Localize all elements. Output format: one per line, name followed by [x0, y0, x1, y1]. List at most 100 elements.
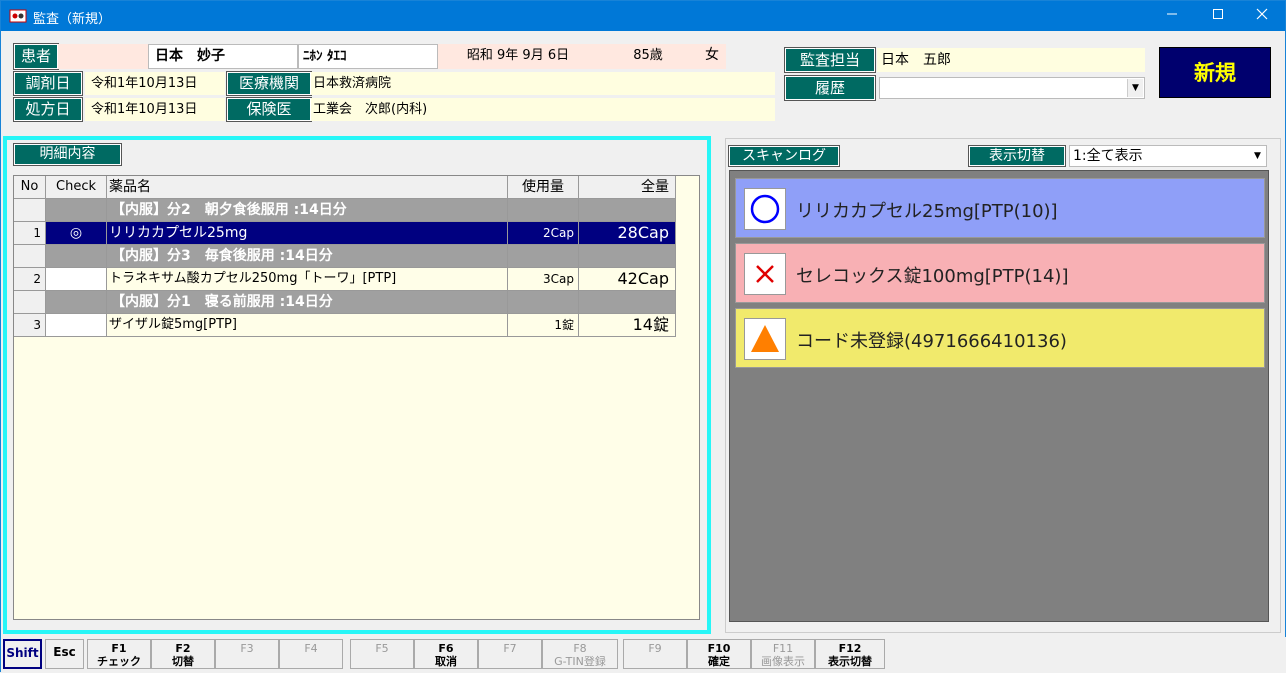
- f10-confirm-button[interactable]: F10 確定: [687, 639, 751, 669]
- fkey-caption: G-TIN登録: [554, 655, 606, 668]
- check-cell[interactable]: ◎: [46, 222, 107, 245]
- fkey-label: F8: [573, 642, 587, 655]
- scanlog-label: スキャンログ: [728, 145, 840, 167]
- close-icon: [1256, 8, 1268, 20]
- total-cell: [579, 245, 676, 268]
- f4-button[interactable]: F4: [279, 639, 343, 669]
- display-filter-dropdown-button[interactable]: ▼: [1250, 147, 1265, 165]
- table-row[interactable]: 3 ザイザル錠5mg[PTP] 1錠 14錠: [14, 314, 676, 337]
- app-icon: [9, 9, 27, 23]
- fkey-label: F7: [503, 642, 517, 655]
- scanlog-item[interactable]: リリカカプセル25mg[PTP(10)]: [735, 178, 1265, 238]
- group-name: 【内服】分3 毎食後服用 :14日分: [107, 245, 508, 268]
- f3-button[interactable]: F3: [215, 639, 279, 669]
- group-row[interactable]: 【内服】分1 寝る前服用 :14日分: [14, 291, 676, 314]
- patient-name: 日本 妙子: [148, 44, 298, 69]
- fkey-label: F4: [304, 642, 318, 655]
- col-dose-header[interactable]: 使用量: [508, 176, 579, 199]
- dose-cell: [508, 199, 579, 222]
- f11-image-view-button[interactable]: F11 画像表示: [751, 639, 815, 669]
- fkey-label: F2: [175, 642, 191, 655]
- close-button[interactable]: [1239, 1, 1285, 31]
- f1-check-button[interactable]: F1 チェック: [87, 639, 151, 669]
- total-cell: 42Cap: [579, 268, 676, 291]
- doctor-name: 工業会 次郎(内科): [311, 98, 775, 121]
- title-bar[interactable]: 監査（新規）: [1, 1, 1285, 31]
- col-total-header[interactable]: 全量: [579, 176, 676, 199]
- group-name: 【内服】分1 寝る前服用 :14日分: [107, 291, 508, 314]
- minimize-button[interactable]: [1149, 1, 1195, 31]
- auditor-label: 監査担当: [784, 47, 876, 73]
- cross-icon: [756, 265, 774, 283]
- group-row[interactable]: 【内服】分3 毎食後服用 :14日分: [14, 245, 676, 268]
- total-cell: [579, 291, 676, 314]
- f12-display-toggle-button[interactable]: F12 表示切替: [815, 639, 885, 669]
- table-row-selected[interactable]: 1 ◎ リリカカプセル25mg 2Cap 28Cap: [14, 222, 676, 245]
- check-cell[interactable]: [46, 245, 107, 268]
- drug-name: トラネキサム酸カプセル250mg「トーワ」[PTP]: [107, 268, 508, 291]
- scanlog-text: セレコックス錠100mg[PTP(14)]: [796, 266, 1069, 287]
- row-number: 1: [14, 222, 46, 245]
- doctor-label: 保険医: [226, 97, 312, 122]
- shift-key-button[interactable]: Shift: [3, 639, 42, 669]
- icon-box: [744, 318, 786, 360]
- table-row[interactable]: 2 トラネキサム酸カプセル250mg「トーワ」[PTP] 3Cap 42Cap: [14, 268, 676, 291]
- col-no-header[interactable]: No: [14, 176, 46, 199]
- group-row[interactable]: 【内服】分2 朝夕食後服用 :14日分: [14, 199, 676, 222]
- history-dropdown-button[interactable]: ▼: [1127, 79, 1143, 97]
- fkey-label: F12: [838, 642, 862, 655]
- f8-gtin-register-button[interactable]: F8 G-TIN登録: [542, 639, 618, 669]
- minimize-icon: [1167, 13, 1177, 15]
- check-cell[interactable]: [46, 199, 107, 222]
- check-cell[interactable]: [46, 314, 107, 337]
- total-cell: 28Cap: [579, 222, 676, 245]
- col-name-header[interactable]: 薬品名: [107, 176, 508, 199]
- grid-header: No Check 薬品名 使用量 全量: [14, 176, 676, 199]
- patient-age: 85歳: [598, 44, 698, 69]
- dispense-date: 令和1年10月13日: [85, 72, 225, 95]
- fkey-caption: 表示切替: [828, 655, 872, 668]
- esc-key-button[interactable]: Esc: [45, 639, 84, 669]
- row-number: [14, 245, 46, 268]
- dose-cell: 3Cap: [508, 268, 579, 291]
- total-cell: [579, 199, 676, 222]
- dose-cell: 2Cap: [508, 222, 579, 245]
- check-cell[interactable]: [46, 268, 107, 291]
- triangle-icon: [751, 325, 779, 352]
- window-title: 監査（新規）: [33, 12, 112, 27]
- new-status-button[interactable]: 新規: [1159, 47, 1271, 98]
- history-select[interactable]: ▼: [879, 77, 1145, 99]
- scanlog-text: コード未登録(4971666410136): [796, 331, 1067, 352]
- display-filter-value: 1:全て表示: [1073, 148, 1143, 164]
- patient-id-field[interactable]: [58, 44, 148, 69]
- row-number: 3: [14, 314, 46, 337]
- scanlog-text: リリカカプセル25mg[PTP(10)]: [796, 201, 1058, 222]
- app-window: 監査（新規） 患者 日本 妙子 ﾆﾎﾝ ﾀｴｺ 昭和 9年 9月 6日 85歳 …: [0, 0, 1286, 673]
- scanlog-item[interactable]: コード未登録(4971666410136): [735, 308, 1265, 368]
- fkey-label: F9: [648, 642, 662, 655]
- fkey-caption: 切替: [172, 655, 194, 668]
- patient-birthdate: 昭和 9年 9月 6日: [438, 44, 598, 69]
- history-label: 履歴: [784, 75, 876, 101]
- maximize-button[interactable]: [1195, 1, 1241, 31]
- f6-cancel-button[interactable]: F6 取消: [414, 639, 478, 669]
- detail-label: 明細内容: [13, 143, 122, 166]
- fkey-label: Esc: [53, 645, 76, 659]
- f7-button[interactable]: F7: [478, 639, 542, 669]
- f9-button[interactable]: F9: [623, 639, 687, 669]
- check-cell[interactable]: [46, 291, 107, 314]
- f5-button[interactable]: F5: [350, 639, 414, 669]
- col-check-header[interactable]: Check: [46, 176, 107, 199]
- dose-cell: [508, 245, 579, 268]
- display-filter-select[interactable]: 1:全て表示 ▼: [1069, 145, 1267, 167]
- icon-box: [744, 253, 786, 295]
- detail-grid[interactable]: No Check 薬品名 使用量 全量 【内服】分2 朝夕食後服用 :14日分 …: [13, 175, 700, 620]
- fkey-label: Shift: [6, 646, 39, 660]
- patient-label: 患者: [13, 43, 59, 70]
- fkey-label: F6: [438, 642, 454, 655]
- institution-name: 日本救済病院: [311, 72, 775, 95]
- f2-toggle-button[interactable]: F2 切替: [151, 639, 215, 669]
- dispense-date-label: 調剤日: [13, 71, 83, 96]
- scanlog-item[interactable]: セレコックス錠100mg[PTP(14)]: [735, 243, 1265, 303]
- fkey-label: F3: [240, 642, 254, 655]
